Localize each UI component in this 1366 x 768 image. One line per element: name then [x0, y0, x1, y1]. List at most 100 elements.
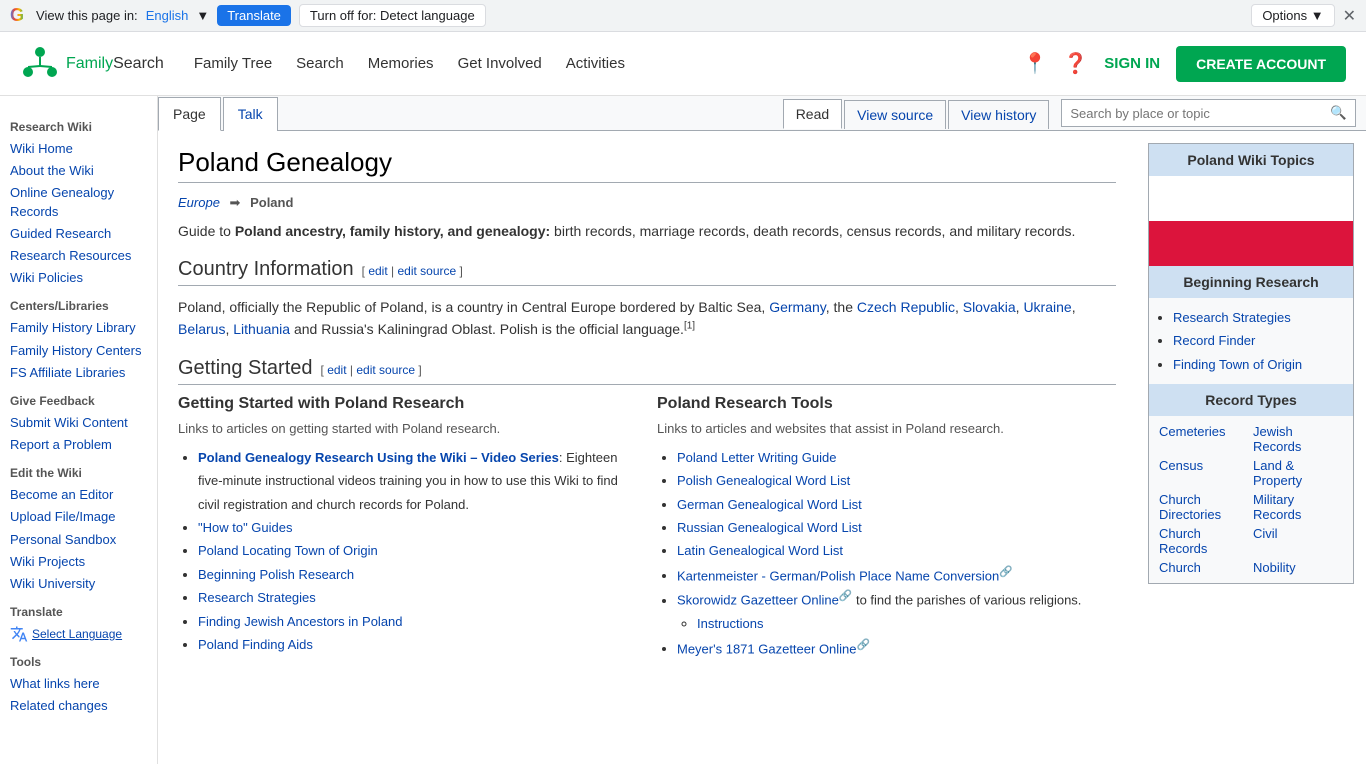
- tab-talk[interactable]: Talk: [223, 97, 278, 131]
- right-sidebar: Poland Wiki Topics Beginning Research Re…: [1136, 131, 1366, 676]
- select-language-link[interactable]: Select Language: [32, 627, 122, 641]
- country-edit-source-link[interactable]: edit source: [397, 264, 456, 278]
- sidebar-item-become-editor[interactable]: Become an Editor: [10, 486, 147, 504]
- nav-family-tree[interactable]: Family Tree: [194, 55, 272, 72]
- sidebar-item-submit-wiki[interactable]: Submit Wiki Content: [10, 414, 147, 432]
- sidebar-item-what-links-here[interactable]: What links here: [10, 675, 147, 693]
- poland-flag: [1149, 176, 1353, 266]
- sidebar-item-wiki-home[interactable]: Wiki Home: [10, 140, 147, 158]
- link-beginning-polish[interactable]: Beginning Polish Research: [198, 567, 354, 582]
- help-icon[interactable]: ❓: [1063, 51, 1088, 76]
- logo[interactable]: FamilySearch: [20, 44, 164, 84]
- link-latin-word-list[interactable]: Latin Genealogical Word List: [677, 543, 843, 558]
- sidebar-item-family-history-centers[interactable]: Family History Centers: [10, 342, 147, 360]
- sidebar-item-personal-sandbox[interactable]: Personal Sandbox: [10, 531, 147, 549]
- turn-off-button[interactable]: Turn off for: Detect language: [299, 4, 486, 27]
- country-information-header: Country Information [ edit | edit source…: [178, 258, 1116, 286]
- link-record-finder[interactable]: Record Finder: [1173, 333, 1255, 348]
- link-military-records[interactable]: Military Records: [1253, 492, 1301, 522]
- getting-started-header: Getting Started [ edit | edit source ]: [178, 357, 1116, 385]
- flag-red-stripe: [1149, 221, 1353, 266]
- link-land-property[interactable]: Land & Property: [1253, 458, 1302, 488]
- link-church-directories[interactable]: Church Directories: [1159, 492, 1221, 522]
- location-icon[interactable]: 📍: [1022, 51, 1047, 76]
- link-nobility[interactable]: Nobility: [1253, 560, 1296, 575]
- country-edit-link[interactable]: edit: [368, 264, 387, 278]
- action-read[interactable]: Read: [783, 99, 842, 129]
- breadcrumb: Europe ➡ Poland: [178, 195, 1116, 211]
- nav-activities[interactable]: Activities: [566, 55, 625, 72]
- link-ukraine[interactable]: Ukraine: [1023, 299, 1071, 315]
- link-czech-republic[interactable]: Czech Republic: [857, 299, 955, 315]
- link-how-to-guides[interactable]: "How to" Guides: [198, 520, 293, 535]
- link-lithuania[interactable]: Lithuania: [233, 321, 290, 337]
- nav-memories[interactable]: Memories: [368, 55, 434, 72]
- translate-button[interactable]: Translate: [217, 5, 291, 26]
- link-jewish-ancestors[interactable]: Finding Jewish Ancestors in Poland: [198, 614, 403, 629]
- link-polish-word-list[interactable]: Polish Genealogical Word List: [677, 473, 850, 488]
- getting-started-edit-source-link[interactable]: edit source: [356, 363, 415, 377]
- right-col-desc: Links to articles and websites that assi…: [657, 421, 1116, 436]
- link-church-records[interactable]: Church Records: [1159, 526, 1207, 556]
- sidebar-item-guided-research[interactable]: Guided Research: [10, 225, 147, 243]
- language-link[interactable]: English: [146, 8, 189, 23]
- link-belarus[interactable]: Belarus: [178, 321, 225, 337]
- link-skorowidz[interactable]: Skorowidz Gazetteer Online: [677, 593, 839, 608]
- sidebar-item-fs-affiliate[interactable]: FS Affiliate Libraries: [10, 364, 147, 382]
- main-nav: Family Tree Search Memories Get Involved…: [194, 55, 625, 72]
- sidebar-item-wiki-policies[interactable]: Wiki Policies: [10, 269, 147, 287]
- sidebar-item-family-history-library[interactable]: Family History Library: [10, 319, 147, 337]
- nav-get-involved[interactable]: Get Involved: [458, 55, 542, 72]
- sidebar-item-wiki-projects[interactable]: Wiki Projects: [10, 553, 147, 571]
- getting-started-edit-link[interactable]: edit: [327, 363, 346, 377]
- close-translate-bar-button[interactable]: ✕: [1343, 6, 1356, 26]
- breadcrumb-europe[interactable]: Europe: [178, 195, 220, 210]
- link-letter-writing[interactable]: Poland Letter Writing Guide: [677, 450, 836, 465]
- link-research-strategies-sidebar[interactable]: Research Strategies: [1173, 310, 1291, 325]
- link-finding-town-origin[interactable]: Finding Town of Origin: [1173, 357, 1302, 372]
- link-germany[interactable]: Germany: [769, 299, 826, 315]
- link-meyers-gazetteer[interactable]: Meyer's 1871 Gazetteer Online: [677, 641, 857, 656]
- sidebar-item-report-problem[interactable]: Report a Problem: [10, 436, 147, 454]
- article-title: Poland Genealogy: [178, 147, 1116, 183]
- list-item: Polish Genealogical Word List: [677, 469, 1116, 492]
- main-content: Page Talk Read View source View history …: [158, 96, 1366, 764]
- link-finding-aids[interactable]: Poland Finding Aids: [198, 637, 313, 652]
- search-wiki-input[interactable]: [1062, 101, 1322, 126]
- sidebar-item-research-resources[interactable]: Research Resources: [10, 247, 147, 265]
- link-locating-town[interactable]: Poland Locating Town of Origin: [198, 543, 378, 558]
- link-slovakia[interactable]: Slovakia: [963, 299, 1016, 315]
- list-item: Research Strategies: [1173, 306, 1343, 329]
- create-account-button[interactable]: CREATE ACCOUNT: [1176, 46, 1346, 82]
- sign-in-link[interactable]: SIGN IN: [1104, 55, 1160, 72]
- link-cemeteries[interactable]: Cemeteries: [1159, 424, 1225, 439]
- sidebar-item-online-records[interactable]: Online Genealogy Records: [10, 184, 147, 220]
- list-item: Meyer's 1871 Gazetteer Online🔗: [677, 636, 1116, 661]
- link-research-strategies[interactable]: Research Strategies: [198, 590, 316, 605]
- sidebar-item-related-changes[interactable]: Related changes: [10, 697, 147, 715]
- action-view-history[interactable]: View history: [948, 100, 1049, 129]
- options-button[interactable]: Options ▼: [1251, 4, 1334, 27]
- sidebar-item-upload-file[interactable]: Upload File/Image: [10, 508, 147, 526]
- link-instructions[interactable]: Instructions: [697, 616, 763, 631]
- search-wiki-button[interactable]: 🔍: [1322, 100, 1355, 126]
- tab-page[interactable]: Page: [158, 97, 221, 131]
- link-civil[interactable]: Civil: [1253, 526, 1278, 541]
- list-item: Russian Genealogical Word List: [677, 516, 1116, 539]
- sidebar-item-wiki-university[interactable]: Wiki University: [10, 575, 147, 593]
- nav-search[interactable]: Search: [296, 55, 344, 72]
- link-german-word-list[interactable]: German Genealogical Word List: [677, 497, 862, 512]
- link-church-sidebar[interactable]: Church: [1159, 560, 1201, 575]
- action-view-source[interactable]: View source: [844, 100, 946, 129]
- left-col-title: Getting Started with Poland Research: [178, 395, 637, 413]
- right-column: Poland Research Tools Links to articles …: [657, 395, 1116, 661]
- link-jewish-records[interactable]: Jewish Records: [1253, 424, 1301, 454]
- link-video-series[interactable]: Poland Genealogy Research Using the Wiki…: [198, 450, 559, 465]
- link-census[interactable]: Census: [1159, 458, 1203, 473]
- record-type-item: Church Directories: [1159, 492, 1249, 522]
- link-kartenmeister[interactable]: Kartenmeister - German/Polish Place Name…: [677, 568, 999, 583]
- link-russian-word-list[interactable]: Russian Genealogical Word List: [677, 520, 862, 535]
- list-item: Latin Genealogical Word List: [677, 539, 1116, 562]
- lang-dropdown-icon[interactable]: ▼: [196, 8, 209, 23]
- sidebar-item-about-wiki[interactable]: About the Wiki: [10, 162, 147, 180]
